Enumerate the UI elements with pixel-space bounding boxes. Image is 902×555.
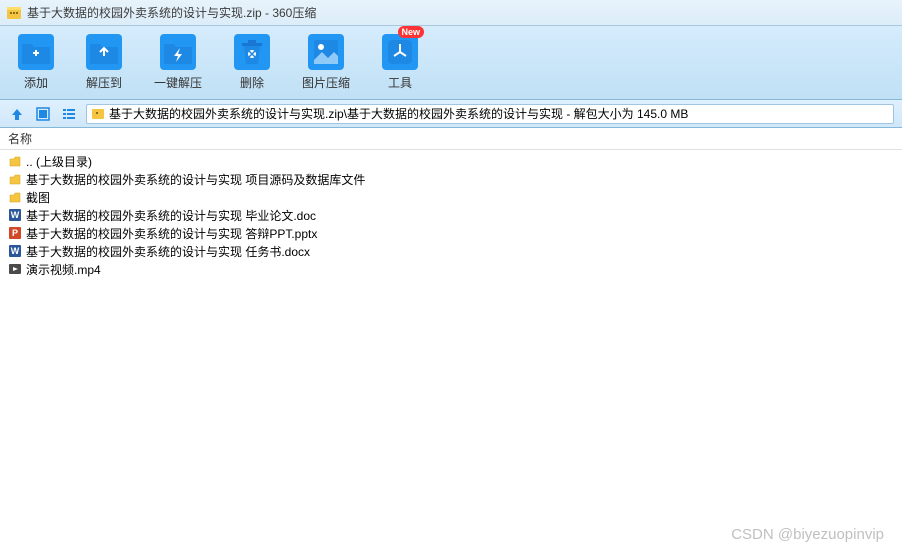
file-row[interactable]: P 基于大数据的校园外卖系统的设计与实现 答辩PPT.pptx xyxy=(4,224,898,242)
oneclick-label: 一键解压 xyxy=(154,74,202,91)
list-icon[interactable] xyxy=(60,105,78,123)
file-name: 基于大数据的校园外卖系统的设计与实现 答辩PPT.pptx xyxy=(26,225,317,242)
new-badge: New xyxy=(398,26,425,38)
tools-icon xyxy=(382,34,418,70)
svg-text:W: W xyxy=(11,210,20,220)
file-name: 基于大数据的校园外卖系统的设计与实现 项目源码及数据库文件 xyxy=(26,171,365,188)
file-row[interactable]: W 基于大数据的校园外卖系统的设计与实现 任务书.docx xyxy=(4,242,898,260)
image-compress-icon xyxy=(308,34,344,70)
view-icon[interactable] xyxy=(34,105,52,123)
imgcompress-label: 图片压缩 xyxy=(302,74,350,91)
add-icon xyxy=(18,34,54,70)
file-name: 基于大数据的校园外卖系统的设计与实现 任务书.docx xyxy=(26,243,310,260)
file-row[interactable]: 基于大数据的校园外卖系统的设计与实现 项目源码及数据库文件 xyxy=(4,170,898,188)
column-name: 名称 xyxy=(8,130,32,147)
toolbar: 添加 解压到 一键解压 删除 图片压缩 New 工具 xyxy=(0,26,902,100)
add-button[interactable]: 添加 xyxy=(18,34,54,91)
oneclick-button[interactable]: 一键解压 xyxy=(154,34,202,91)
folder-icon xyxy=(8,190,22,204)
ppt-icon: P xyxy=(8,226,22,240)
file-row[interactable]: 截图 xyxy=(4,188,898,206)
archive-icon xyxy=(91,107,105,121)
file-row[interactable]: .. (上级目录) xyxy=(4,152,898,170)
svg-text:P: P xyxy=(12,228,18,238)
watermark: CSDN @biyezuopinvip xyxy=(731,526,884,543)
svg-text:W: W xyxy=(11,246,20,256)
up-arrow-icon[interactable] xyxy=(8,105,26,123)
pathbar: 基于大数据的校园外卖系统的设计与实现.zip\基于大数据的校园外卖系统的设计与实… xyxy=(0,100,902,128)
imgcompress-button[interactable]: 图片压缩 xyxy=(302,34,350,91)
trash-icon xyxy=(234,34,270,70)
file-list: .. (上级目录)基于大数据的校园外卖系统的设计与实现 项目源码及数据库文件截图… xyxy=(0,150,902,280)
up-icon xyxy=(8,154,22,168)
word-icon: W xyxy=(8,208,22,222)
column-header[interactable]: 名称 xyxy=(0,128,902,150)
tools-label: 工具 xyxy=(388,74,412,91)
file-name: 基于大数据的校园外卖系统的设计与实现 毕业论文.doc xyxy=(26,207,316,224)
app-icon xyxy=(6,5,22,21)
delete-label: 删除 xyxy=(240,74,264,91)
add-label: 添加 xyxy=(24,74,48,91)
file-name: .. (上级目录) xyxy=(26,153,92,170)
word-icon: W xyxy=(8,244,22,258)
file-row[interactable]: W 基于大数据的校园外卖系统的设计与实现 毕业论文.doc xyxy=(4,206,898,224)
tools-button[interactable]: New 工具 xyxy=(382,34,418,91)
extract-label: 解压到 xyxy=(86,74,122,91)
window-title: 基于大数据的校园外卖系统的设计与实现.zip - 360压缩 xyxy=(27,4,316,21)
oneclick-icon xyxy=(160,34,196,70)
titlebar: 基于大数据的校园外卖系统的设计与实现.zip - 360压缩 xyxy=(0,0,902,26)
extract-icon xyxy=(86,34,122,70)
file-name: 演示视频.mp4 xyxy=(26,261,101,278)
file-name: 截图 xyxy=(26,189,50,206)
path-text: 基于大数据的校园外卖系统的设计与实现.zip\基于大数据的校园外卖系统的设计与实… xyxy=(109,105,688,122)
video-icon xyxy=(8,262,22,276)
extract-button[interactable]: 解压到 xyxy=(86,34,122,91)
folder-icon xyxy=(8,172,22,186)
path-input[interactable]: 基于大数据的校园外卖系统的设计与实现.zip\基于大数据的校园外卖系统的设计与实… xyxy=(86,104,894,124)
file-row[interactable]: 演示视频.mp4 xyxy=(4,260,898,278)
delete-button[interactable]: 删除 xyxy=(234,34,270,91)
